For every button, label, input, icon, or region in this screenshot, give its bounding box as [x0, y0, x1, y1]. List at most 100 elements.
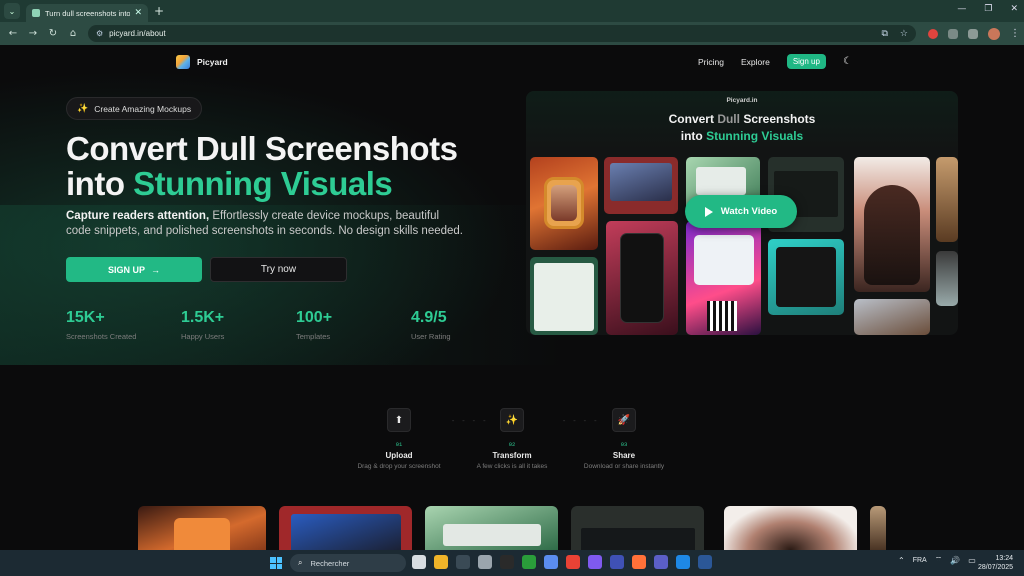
taskbar-app-icon[interactable]: [654, 555, 668, 569]
close-window-button[interactable]: ✕: [1010, 4, 1018, 14]
taskbar-apps: [412, 555, 712, 569]
extension-icon[interactable]: [928, 28, 938, 39]
tray-overflow-icon[interactable]: ⌃: [898, 556, 905, 565]
windows-start-icon[interactable]: [270, 557, 282, 569]
hero-title: Convert Dull Screenshots into Stunning V…: [66, 131, 458, 201]
browser-menu-icon[interactable]: ⋮: [1010, 28, 1020, 39]
stat-screenshots: 15K+ Screenshots Created: [66, 309, 181, 341]
step-desc: Drag & drop your screenshot: [357, 463, 441, 470]
taskbar-app-icon[interactable]: [544, 555, 558, 569]
taskbar-app-icon[interactable]: [412, 555, 426, 569]
stat-value: 4.9/5: [411, 309, 447, 326]
preview-title-part: Stunning Visuals: [706, 129, 804, 143]
watch-mockup-image: [530, 157, 598, 250]
gallery-item[interactable]: [138, 506, 266, 550]
profile-avatar[interactable]: [988, 27, 1000, 40]
app-screens: [694, 235, 754, 285]
gallery-item[interactable]: [571, 506, 704, 550]
taskbar-clock[interactable]: 13:24 28/07/2025: [978, 554, 1013, 572]
tweet-photo: [610, 163, 672, 201]
extensions-puzzle-icon[interactable]: [968, 28, 978, 39]
volume-icon[interactable]: 🔊: [950, 556, 960, 565]
extension-icon[interactable]: [948, 28, 958, 39]
brand-logo[interactable]: Picyard: [176, 55, 228, 69]
search-placeholder: Rechercher: [310, 558, 350, 568]
bookmark-star-icon[interactable]: ☆: [900, 29, 908, 39]
hero-badge-text: Create Amazing Mockups: [94, 103, 192, 114]
nav-link-pricing[interactable]: Pricing: [698, 57, 724, 67]
step-upload: ⬆ 01 Upload Drag & drop your screenshot: [339, 408, 459, 470]
preview-title-line2: into Stunning Visuals: [526, 128, 958, 145]
social-mockup-image: [768, 239, 844, 315]
try-now-button[interactable]: Try now: [210, 257, 347, 282]
hero-subtitle-bold: Capture readers attention,: [66, 210, 210, 222]
gallery-item[interactable]: [279, 506, 412, 550]
clock-date: 28/07/2025: [978, 564, 1014, 571]
site-info-icon[interactable]: ⚙: [96, 29, 103, 38]
taskbar-app-icon[interactable]: [588, 555, 602, 569]
tab-search-icon[interactable]: ⌄: [4, 3, 20, 19]
partial-mockup-image: [936, 157, 958, 242]
taskbar-app-icon[interactable]: [434, 555, 448, 569]
hero-title-line2: into Stunning Visuals: [66, 166, 457, 201]
taskbar-app-icon[interactable]: [566, 555, 580, 569]
taskbar-app-icon[interactable]: [676, 555, 690, 569]
play-icon: [704, 206, 713, 217]
taskbar-app-icon[interactable]: [500, 555, 514, 569]
taskbar-app-icon[interactable]: [610, 555, 624, 569]
theme-toggle-icon[interactable]: ☾: [843, 56, 852, 67]
site-header: Picyard Pricing Explore Sign up ☾: [0, 45, 1024, 78]
upload-icon: ⬆: [387, 408, 411, 432]
gallery-item[interactable]: [724, 506, 857, 550]
taskbar-app-icon[interactable]: [522, 555, 536, 569]
taskbar-app-icon[interactable]: [698, 555, 712, 569]
forward-button[interactable]: →: [24, 28, 42, 39]
stats-row: 15K+ Screenshots Created 1.5K+ Happy Users…: [66, 309, 526, 341]
url-field[interactable]: ⚙ picyard.in/about ⧉ ☆: [88, 25, 916, 42]
sparkle-icon: ✨: [500, 408, 524, 432]
taskbar-search[interactable]: ⌕ Rechercher: [290, 554, 406, 572]
new-tab-button[interactable]: +: [154, 4, 164, 18]
maximize-button[interactable]: ❐: [984, 4, 992, 14]
battery-icon[interactable]: ▭: [968, 556, 976, 565]
testimonial-card: [534, 263, 594, 331]
cast-icon[interactable]: ⧉: [881, 29, 887, 39]
hero-preview-video[interactable]: Picyard.in Convert Dull Screenshots into…: [526, 91, 958, 335]
wifi-icon[interactable]: ⌔: [935, 555, 943, 565]
browser-tab[interactable]: Turn dull screenshots into stunn ✕: [26, 4, 148, 22]
preview-title-part: Dull: [717, 112, 740, 126]
home-button[interactable]: ⌂: [64, 28, 82, 39]
hero-badge: ✨ Create Amazing Mockups: [66, 97, 203, 120]
minimize-button[interactable]: —: [957, 4, 966, 14]
partial-mockup-image: [936, 251, 958, 306]
watch-video-button[interactable]: Watch Video: [685, 195, 797, 228]
signup-button[interactable]: SIGN UP →: [66, 257, 202, 282]
taskbar-app-icon[interactable]: [632, 555, 646, 569]
step-desc: Download or share instantly: [583, 463, 665, 470]
omnibox-actions: ⧉ ☆: [881, 29, 908, 39]
hero-title-plain: into: [66, 165, 134, 202]
back-button[interactable]: ←: [4, 28, 22, 39]
watch-band: [174, 518, 230, 550]
taskbar-app-icon[interactable]: [456, 555, 470, 569]
preview-title-part: Convert: [668, 112, 718, 126]
stat-label: User Rating: [411, 332, 451, 341]
signup-nav-button[interactable]: Sign up: [786, 54, 826, 69]
chevron-down-icon: ⌄: [8, 6, 16, 16]
close-tab-icon[interactable]: ✕: [134, 8, 142, 18]
taskbar-app-icon[interactable]: [478, 555, 492, 569]
photo-mockup-image: [854, 299, 930, 335]
gallery-item[interactable]: [870, 506, 886, 550]
system-tray: ⌃ FRA ⌔ 🔊 ▭: [898, 555, 976, 565]
preview-title-part: into: [680, 129, 707, 143]
gallery-item[interactable]: [425, 506, 558, 550]
stat-rating: 4.9/5 User Rating: [411, 309, 526, 341]
nav-link-explore[interactable]: Explore: [741, 57, 770, 67]
social-post: [776, 247, 836, 307]
rocket-icon: 🚀: [612, 408, 636, 432]
window-controls: — ❐ ✕: [957, 4, 1018, 14]
language-indicator[interactable]: FRA: [913, 557, 927, 564]
preview-brand: Picyard.in: [726, 97, 758, 104]
reload-button[interactable]: ↻: [44, 28, 62, 39]
browser-tab-strip: ⌄ Turn dull screenshots into stunn ✕ + —…: [0, 0, 1024, 22]
